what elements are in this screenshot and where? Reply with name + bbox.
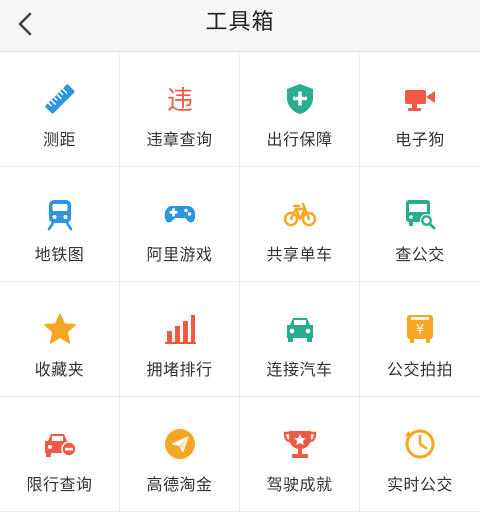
tool-label: 阿里游戏 (146, 247, 213, 264)
tool-clock[interactable]: 实时公交 (360, 397, 480, 512)
tool-paper-plane[interactable]: 高德淘金 (120, 397, 240, 512)
tool-bus-yuan[interactable]: ¥ 公交拍拍 (360, 282, 480, 397)
tool-gamepad[interactable]: 阿里游戏 (120, 167, 240, 282)
car-restrict-icon (43, 427, 77, 461)
tool-label: 地铁图 (34, 247, 85, 264)
tool-label: 高德淘金 (146, 477, 213, 494)
car-icon (283, 312, 317, 346)
bus-yuan-icon: ¥ (403, 312, 437, 346)
tool-trophy[interactable]: 驾驶成就 (240, 397, 360, 512)
tool-car-restrict[interactable]: 限行查询 (0, 397, 120, 512)
page-title: 工具箱 (205, 9, 275, 34)
ruler-icon (43, 82, 77, 116)
tool-bar-chart[interactable]: 拥堵排行 (120, 282, 240, 397)
tool-label: 测距 (42, 132, 76, 149)
tool-label: 实时公交 (386, 477, 453, 494)
navigation-bar: 工具箱 (0, 0, 480, 52)
trophy-icon (283, 427, 317, 461)
paper-plane-icon (163, 427, 197, 461)
tool-label: 共享单车 (266, 247, 333, 264)
camera-icon (403, 82, 437, 116)
shield-plus-icon (283, 82, 317, 116)
tool-grid: 测距违违章查询 出行保障 电子狗 地铁图 阿里游戏 共享单车 查公交 收藏夹 拥堵排行 连接汽车 ¥… (0, 52, 480, 512)
tool-label: 违章查询 (146, 132, 213, 149)
tool-label: 出行保障 (266, 132, 333, 149)
tool-label: 连接汽车 (266, 362, 333, 379)
star-icon (43, 312, 77, 346)
tool-label: 电子狗 (395, 132, 445, 149)
tool-label: 公交拍拍 (386, 362, 453, 379)
tool-subway[interactable]: 地铁图 (0, 167, 120, 282)
tool-camera[interactable]: 电子狗 (360, 52, 480, 167)
tool-label: 拥堵排行 (146, 362, 213, 379)
clock-icon (403, 427, 437, 461)
gamepad-icon (163, 197, 197, 231)
svg-text:¥: ¥ (416, 323, 424, 338)
tool-star[interactable]: 收藏夹 (0, 282, 120, 397)
tool-bus-search[interactable]: 查公交 (360, 167, 480, 282)
tool-label: 驾驶成就 (266, 477, 333, 494)
svg-text:违: 违 (166, 86, 192, 116)
bicycle-icon (283, 197, 317, 231)
violation-icon: 违 (163, 82, 197, 116)
subway-icon (43, 197, 77, 231)
tool-shield-plus[interactable]: 出行保障 (240, 52, 360, 167)
tool-label: 限行查询 (26, 477, 93, 494)
tool-bicycle[interactable]: 共享单车 (240, 167, 360, 282)
tool-car[interactable]: 连接汽车 (240, 282, 360, 397)
tool-label: 收藏夹 (34, 362, 85, 379)
bus-search-icon (403, 197, 437, 231)
bar-chart-icon (163, 312, 197, 346)
tool-label: 查公交 (395, 247, 445, 264)
tool-ruler[interactable]: 测距 (0, 52, 120, 167)
tool-violation[interactable]: 违违章查询 (120, 52, 240, 167)
